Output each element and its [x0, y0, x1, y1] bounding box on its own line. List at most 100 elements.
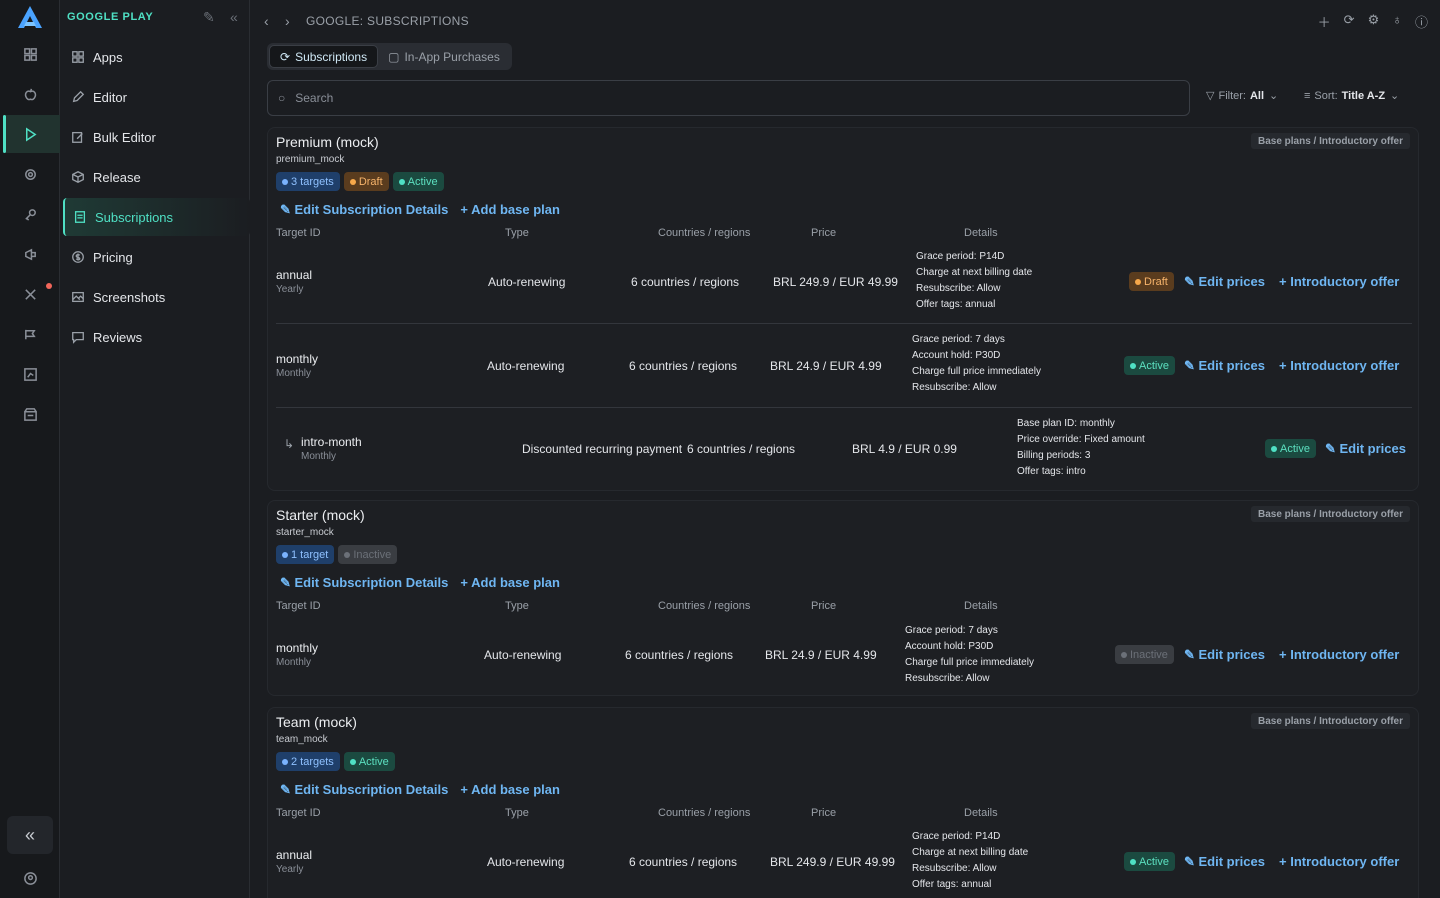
countries: 6 countries / regions: [631, 275, 740, 289]
subscription-card: Starter (mock) starter_mock Base plans /…: [267, 500, 1419, 696]
gear-icon[interactable]: ⚙: [1368, 12, 1380, 31]
details: Grace period: P14D Charge at next billing…: [916, 251, 1033, 310]
bag-icon: ▢: [388, 49, 400, 64]
plan-type: Auto-renewing: [488, 275, 566, 289]
countries: 6 countries / regions: [629, 855, 738, 869]
introductory-offer-button[interactable]: + Introductory offer: [1279, 647, 1399, 662]
status-badge: Active: [392, 172, 444, 191]
pencil-icon[interactable]: ✎: [203, 9, 215, 26]
store-icon[interactable]: [14, 398, 46, 430]
add-base-plan-button[interactable]: + Add base plan: [460, 202, 560, 218]
price: BRL 24.9 / EUR 4.99: [770, 359, 882, 373]
column-header: Target ID: [276, 807, 321, 819]
collapse-sidebar-icon[interactable]: «: [230, 9, 238, 25]
edit-subscription-details-button[interactable]: ✎ Edit Subscription Details: [280, 782, 448, 798]
sidebar-item-editor[interactable]: Editor: [63, 78, 250, 116]
sidebar-item-apps[interactable]: Apps: [63, 38, 250, 76]
flag-icon[interactable]: [14, 318, 46, 350]
chart-icon[interactable]: [14, 358, 46, 390]
plus-icon: +: [460, 782, 472, 797]
plus-icon: +: [1279, 358, 1291, 373]
column-header: Price: [811, 600, 837, 612]
introductory-offer-button[interactable]: + Introductory offer: [1279, 358, 1399, 373]
edit-prices-button[interactable]: ✎ Edit prices: [1184, 274, 1265, 290]
billing-period: Yearly: [276, 864, 304, 875]
target-id: intro-month: [301, 435, 362, 449]
sort-dropdown[interactable]: ≡ Sort: Title A-Z ⌄: [1304, 89, 1399, 103]
add-base-plan-button[interactable]: + Add base plan: [460, 782, 560, 798]
bulk-edit-icon: [71, 130, 85, 144]
price: BRL 24.9 / EUR 4.99: [765, 648, 877, 662]
status-badge: Draft: [343, 172, 389, 191]
badge-group: 2 targets Active: [276, 752, 395, 771]
tools-icon[interactable]: [14, 278, 46, 310]
tab-subscriptions[interactable]: ⟳ Subscriptions: [269, 45, 379, 68]
pencil-icon: ✎: [1184, 358, 1199, 373]
play-store-icon[interactable]: [14, 118, 46, 150]
tab-label: Subscriptions: [295, 49, 368, 64]
plus-icon: +: [460, 202, 472, 217]
sidebar-item-reviews[interactable]: Reviews: [63, 318, 250, 356]
edit-subscription-details-button[interactable]: ✎ Edit Subscription Details: [280, 575, 448, 591]
column-header: Details: [964, 227, 998, 239]
introductory-offer-button[interactable]: + Introductory offer: [1279, 274, 1399, 289]
chevron-right-icon[interactable]: ›: [285, 13, 290, 29]
sidebar-item-label: Bulk Editor: [93, 129, 156, 145]
pencil-icon: ✎: [280, 202, 295, 217]
billing-period: Monthly: [301, 451, 337, 462]
account-icon[interactable]: [14, 862, 46, 894]
sidebar-item-screenshots[interactable]: Screenshots: [63, 278, 250, 316]
chevron-left-icon[interactable]: ‹: [264, 13, 269, 29]
edit-prices-button[interactable]: ✎ Edit prices: [1325, 441, 1406, 457]
plan-type: Auto-renewing: [487, 359, 565, 373]
sidebar-header: GOOGLE PLAY: [67, 11, 154, 23]
breadcrumb: ‹ › GOOGLE: SUBSCRIPTIONS: [264, 10, 469, 32]
targets-badge: 2 targets: [276, 752, 340, 771]
sidebar-item-bulk-editor[interactable]: Bulk Editor: [63, 118, 250, 156]
award-icon[interactable]: ♁: [1392, 12, 1402, 31]
edit-subscription-details-button[interactable]: ✎ Edit Subscription Details: [280, 202, 448, 218]
key-icon[interactable]: [14, 198, 46, 230]
image-icon: [71, 290, 85, 304]
add-base-plan-button[interactable]: + Add base plan: [460, 575, 560, 591]
status-badge: Inactive: [1115, 645, 1174, 664]
badge-group: 1 target Inactive: [276, 545, 398, 564]
sidebar-item-pricing[interactable]: Pricing: [63, 238, 250, 276]
column-header: Details: [964, 600, 998, 612]
sidebar-item-subscriptions[interactable]: Subscriptions: [63, 198, 250, 236]
app-logo[interactable]: [17, 5, 43, 29]
tab-in-app-purchases[interactable]: ▢ In-App Purchases: [378, 45, 510, 68]
subscription-title: Team (mock): [276, 714, 357, 730]
column-header: Type: [505, 227, 529, 239]
sort-icon: ≡: [1304, 89, 1311, 102]
settings-circle-icon[interactable]: [14, 158, 46, 190]
sort-label: Sort:: [1314, 89, 1338, 102]
edit-prices-button[interactable]: ✎ Edit prices: [1184, 358, 1265, 374]
column-header: Type: [505, 807, 529, 819]
base-plans-label: Base plans / Introductory offer: [1250, 713, 1410, 729]
column-header: Target ID: [276, 600, 321, 612]
filter-label: Filter:: [1218, 89, 1246, 102]
plan-type: Auto-renewing: [484, 648, 562, 662]
sidebar: GOOGLE PLAY ✎ « Apps Editor Bulk Editor …: [60, 0, 250, 898]
plus-icon[interactable]: ＋: [1318, 12, 1331, 31]
refresh-icon[interactable]: ⟳: [1344, 12, 1355, 31]
help-icon[interactable]: ⓘ: [1415, 12, 1428, 31]
apple-icon[interactable]: [14, 78, 46, 110]
grid-icon[interactable]: [14, 38, 46, 70]
edit-prices-button[interactable]: ✎ Edit prices: [1184, 647, 1265, 663]
subscription-title: Premium (mock): [276, 134, 379, 150]
target-id: monthly: [276, 641, 319, 655]
price: BRL 249.9 / EUR 49.99: [770, 855, 895, 869]
megaphone-icon[interactable]: [14, 238, 46, 270]
sidebar-item-release[interactable]: Release: [63, 158, 250, 196]
introductory-offer-button[interactable]: + Introductory offer: [1279, 854, 1399, 869]
filter-dropdown[interactable]: ▽ Filter: All ⌄: [1206, 89, 1279, 103]
chevron-down-icon: ⌄: [1269, 90, 1279, 102]
targets-badge: 3 targets: [276, 172, 340, 191]
collapse-rail-button[interactable]: «: [7, 816, 53, 854]
target-id: annual: [276, 268, 313, 282]
sidebar-item-label: Reviews: [93, 329, 143, 345]
edit-prices-button[interactable]: ✎ Edit prices: [1184, 854, 1265, 870]
search-input[interactable]: ○ Search: [267, 80, 1190, 116]
